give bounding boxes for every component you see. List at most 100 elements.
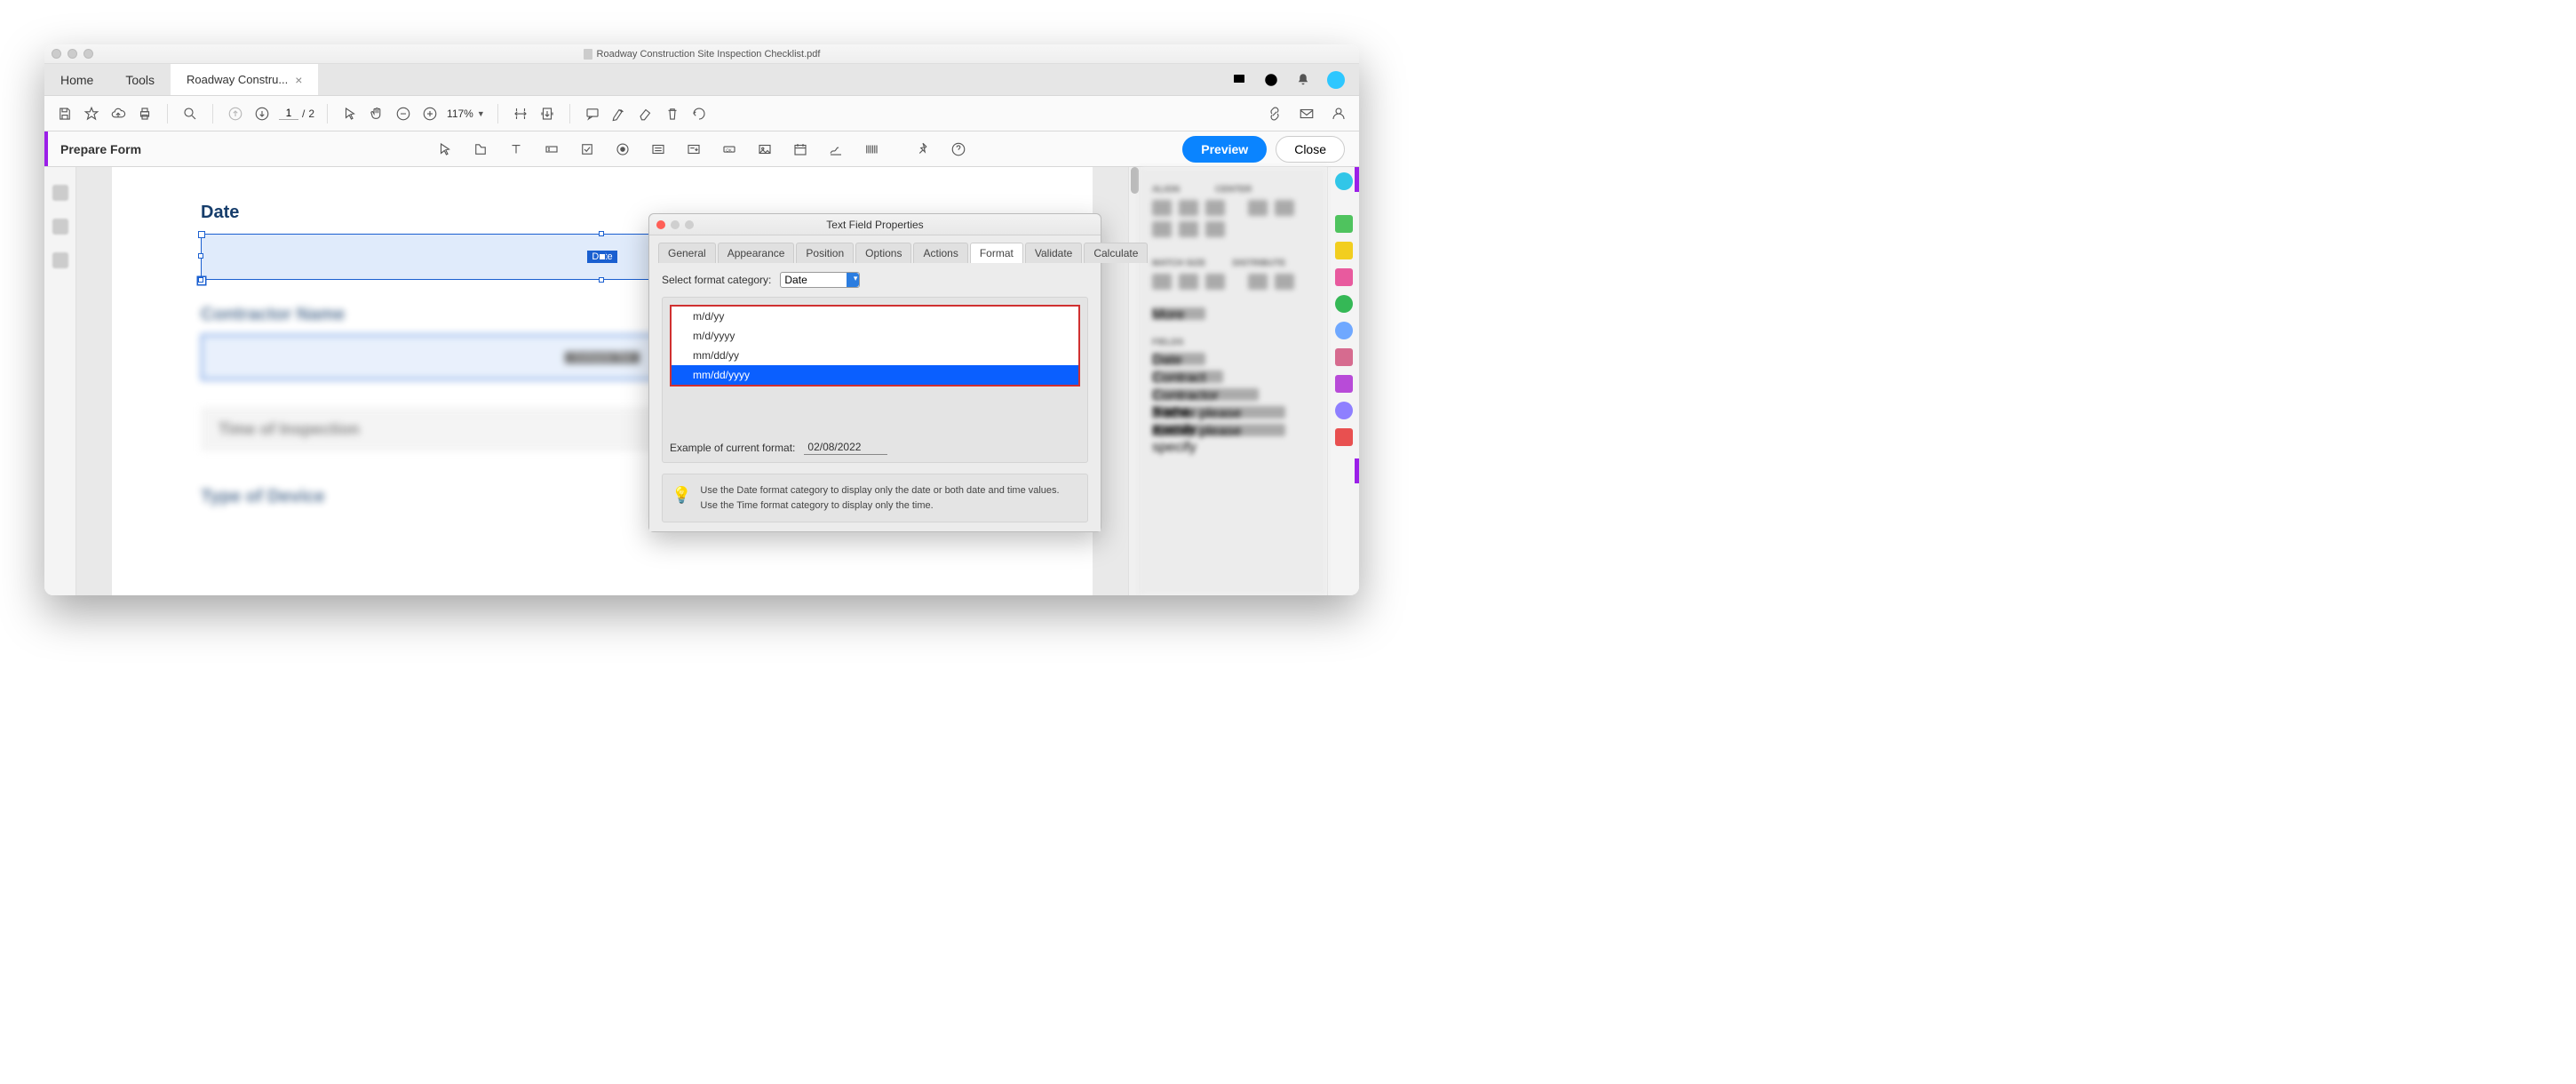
edit-tool-icon[interactable] <box>471 139 490 159</box>
form-tools: OK <box>435 139 968 159</box>
pointer-tool-icon[interactable] <box>435 139 455 159</box>
dtab-calculate[interactable]: Calculate <box>1084 243 1148 263</box>
page-total: 2 <box>308 108 314 120</box>
app-window: Roadway Construction Site Inspection Che… <box>44 44 1359 595</box>
dtab-actions[interactable]: Actions <box>913 243 967 263</box>
pin-icon[interactable] <box>913 139 933 159</box>
textfield-icon[interactable] <box>542 139 561 159</box>
dialog-tabs: General Appearance Position Options Acti… <box>649 235 1101 263</box>
comment-icon[interactable] <box>583 104 602 124</box>
date-opt-0[interactable]: m/d/yy <box>672 307 1078 326</box>
format-category-select[interactable]: Date <box>780 272 860 288</box>
rail-tool-1[interactable] <box>1335 172 1353 190</box>
prepare-form-bar: Prepare Form OK Preview Close <box>44 132 1359 167</box>
hint-text: Use the Date format category to display … <box>700 483 1078 513</box>
device-icon[interactable] <box>1231 72 1247 88</box>
rail-tool-8[interactable] <box>1335 375 1353 393</box>
zoom-out-icon[interactable] <box>394 104 413 124</box>
bell-icon[interactable] <box>1295 72 1311 88</box>
rail-icon-3[interactable] <box>52 252 68 268</box>
checkbox-icon[interactable] <box>577 139 597 159</box>
rail-tool-7[interactable] <box>1335 348 1353 366</box>
dtab-validate[interactable]: Validate <box>1025 243 1082 263</box>
save-icon[interactable] <box>55 104 75 124</box>
help-tool-icon[interactable] <box>949 139 968 159</box>
barcode-icon[interactable] <box>862 139 881 159</box>
rail-tool-4[interactable] <box>1335 268 1353 286</box>
dialog-titlebar[interactable]: Text Field Properties <box>649 214 1101 235</box>
date-opt-3[interactable]: mm/dd/yyyy <box>672 365 1078 385</box>
svg-text:OK: OK <box>726 147 732 152</box>
image-field-icon[interactable] <box>755 139 775 159</box>
user-icon[interactable] <box>1329 104 1348 124</box>
signature-icon[interactable] <box>826 139 846 159</box>
left-rail <box>44 167 76 595</box>
top-tabs: Home Tools Roadway Constru... × <box>44 64 1359 96</box>
vertical-scrollbar[interactable] <box>1128 167 1141 595</box>
undo-icon[interactable] <box>689 104 709 124</box>
erase-icon[interactable] <box>636 104 656 124</box>
text-tool-icon[interactable] <box>506 139 526 159</box>
mail-icon[interactable] <box>1297 104 1316 124</box>
rail-tool-3[interactable] <box>1335 242 1353 259</box>
find-icon[interactable] <box>180 104 200 124</box>
date-field-label: Date <box>587 251 616 263</box>
hand-tool-icon[interactable] <box>367 104 386 124</box>
dtab-position[interactable]: Position <box>796 243 854 263</box>
zoom-in-icon[interactable] <box>420 104 440 124</box>
rail-icon-1[interactable] <box>52 185 68 201</box>
avatar[interactable] <box>1327 71 1345 89</box>
help-icon[interactable] <box>1263 72 1279 88</box>
button-icon[interactable]: OK <box>720 139 739 159</box>
text-field-properties-dialog: Text Field Properties General Appearance… <box>648 213 1101 532</box>
rail-tool-9[interactable] <box>1335 402 1353 419</box>
date-format-listbox[interactable]: m/d/yy m/d/yyyy mm/dd/yy mm/dd/yyyy <box>670 305 1080 387</box>
dropdown-icon[interactable] <box>684 139 704 159</box>
tab-close-icon[interactable]: × <box>295 73 302 87</box>
close-prepare-button[interactable]: Close <box>1276 136 1345 163</box>
dialog-body: Select format category: Date m/d/yy m/d/… <box>649 263 1101 531</box>
doc-icon <box>584 49 592 60</box>
dtab-format[interactable]: Format <box>970 243 1023 263</box>
cloud-upload-icon[interactable] <box>108 104 128 124</box>
dialog-title-text: Text Field Properties <box>826 219 923 231</box>
tab-tools[interactable]: Tools <box>109 64 171 95</box>
rail-icon-2[interactable] <box>52 219 68 235</box>
example-value: 02/08/2022 <box>804 440 887 455</box>
right-panel: ALIGN CENTER MATCH SIZE DISTRIBUTE More … <box>1141 167 1327 595</box>
rail-tool-6[interactable] <box>1335 322 1353 339</box>
example-label: Example of current format: <box>670 442 795 454</box>
select-tool-icon[interactable] <box>340 104 360 124</box>
zoom-level[interactable]: 117% ▼ <box>447 108 485 120</box>
rail-tool-2[interactable] <box>1335 215 1353 233</box>
page-indicator: / 2 <box>279 107 314 120</box>
page-up-icon[interactable] <box>226 104 245 124</box>
rail-tool-5[interactable] <box>1335 295 1353 313</box>
page-down-icon[interactable] <box>252 104 272 124</box>
listbox-icon[interactable] <box>648 139 668 159</box>
date-field-icon[interactable] <box>791 139 810 159</box>
prepare-label: Prepare Form <box>48 142 154 156</box>
rail-tool-10[interactable] <box>1335 428 1353 446</box>
star-icon[interactable] <box>82 104 101 124</box>
highlight-icon[interactable] <box>609 104 629 124</box>
dtab-general[interactable]: General <box>658 243 716 263</box>
tab-document[interactable]: Roadway Constru... × <box>171 64 318 95</box>
dtab-options[interactable]: Options <box>855 243 911 263</box>
delete-icon[interactable] <box>663 104 682 124</box>
date-opt-2[interactable]: mm/dd/yy <box>672 346 1078 365</box>
print-icon[interactable] <box>135 104 155 124</box>
link-icon[interactable] <box>1265 104 1284 124</box>
date-opt-1[interactable]: m/d/yyyy <box>672 326 1078 346</box>
format-hint: 💡 Use the Date format category to displa… <box>662 474 1088 522</box>
window-title: Roadway Construction Site Inspection Che… <box>597 49 821 60</box>
fit-width-icon[interactable] <box>511 104 530 124</box>
right-rail <box>1327 167 1359 595</box>
page-current-input[interactable] <box>279 107 298 120</box>
fit-page-icon[interactable] <box>537 104 557 124</box>
traffic-lights[interactable] <box>52 49 93 59</box>
radio-icon[interactable] <box>613 139 632 159</box>
preview-button[interactable]: Preview <box>1182 136 1267 163</box>
tab-home[interactable]: Home <box>44 64 109 95</box>
dtab-appearance[interactable]: Appearance <box>718 243 795 263</box>
